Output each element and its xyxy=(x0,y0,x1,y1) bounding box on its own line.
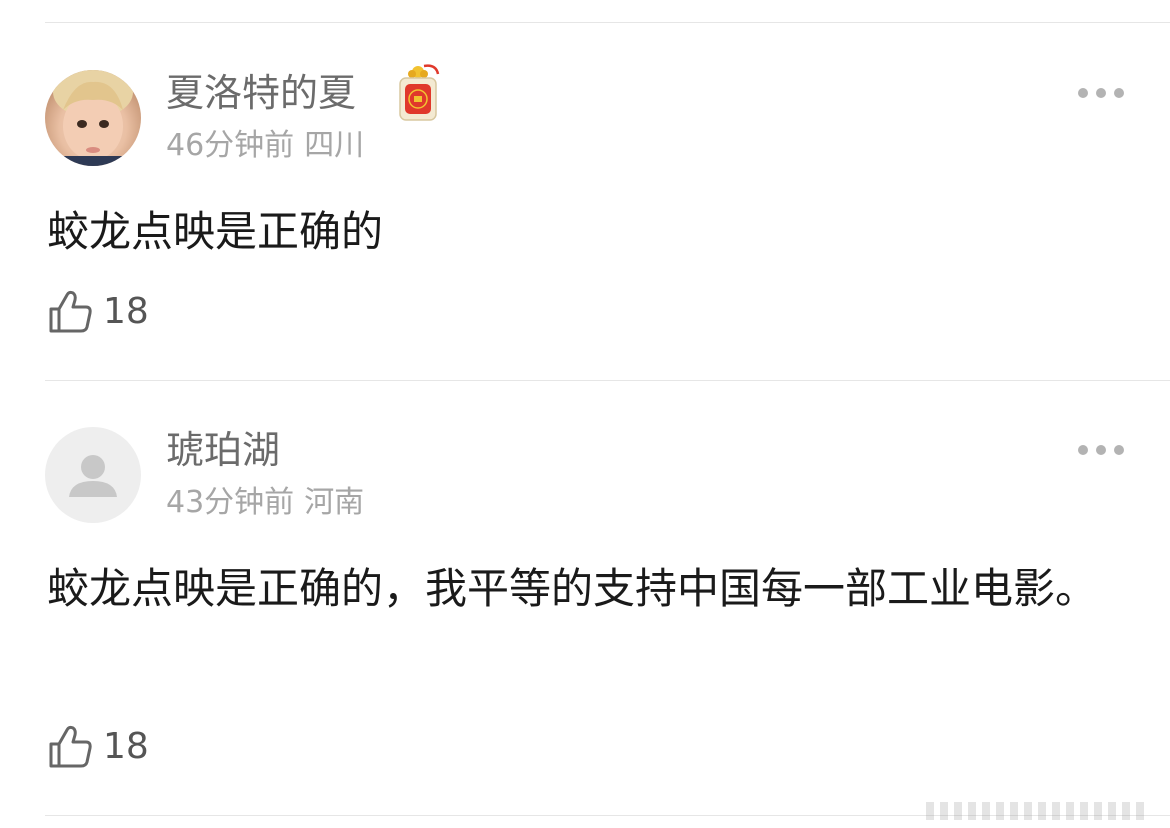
lucky-charm-badge-icon xyxy=(394,62,442,124)
like-button[interactable]: 18 xyxy=(47,723,149,771)
comment-list: 夏洛特的夏 46分钟前 四川 蛟龙点映是正确的 18 琥珀湖 43分钟前 河南 … xyxy=(0,0,1170,828)
dot-icon xyxy=(1096,445,1106,455)
divider xyxy=(45,380,1170,381)
comment-location: 河南 xyxy=(304,485,365,520)
divider xyxy=(45,22,1170,23)
comment-time: 43分钟前 xyxy=(166,485,295,520)
dot-icon xyxy=(1078,88,1088,98)
comment-text: 蛟龙点映是正确的 xyxy=(47,207,384,256)
comment-text: 蛟龙点映是正确的，我平等的支持中国每一部工业电影。 xyxy=(47,564,1098,613)
dot-icon xyxy=(1114,88,1124,98)
thumbs-up-icon xyxy=(49,290,92,333)
dot-icon xyxy=(1114,445,1124,455)
dot-icon xyxy=(1078,445,1088,455)
comment-time: 46分钟前 xyxy=(166,128,295,163)
more-options-button[interactable] xyxy=(1078,442,1124,458)
avatar[interactable] xyxy=(45,427,141,523)
username[interactable]: 琥珀湖 xyxy=(166,427,280,473)
more-options-button[interactable] xyxy=(1078,85,1124,101)
dot-icon xyxy=(1096,88,1106,98)
child-photo-avatar xyxy=(53,70,133,166)
watermark-icon xyxy=(926,802,1144,820)
like-count: 18 xyxy=(103,726,149,767)
comment-location: 四川 xyxy=(304,128,365,163)
username[interactable]: 夏洛特的夏 xyxy=(166,70,356,116)
avatar[interactable] xyxy=(45,70,141,166)
comment-meta: 46分钟前 四川 xyxy=(166,126,364,166)
like-count: 18 xyxy=(103,291,149,332)
default-user-avatar-icon xyxy=(69,455,117,497)
comment-meta: 43分钟前 河南 xyxy=(166,483,364,523)
like-button[interactable]: 18 xyxy=(47,288,149,336)
thumbs-up-icon xyxy=(49,725,92,768)
